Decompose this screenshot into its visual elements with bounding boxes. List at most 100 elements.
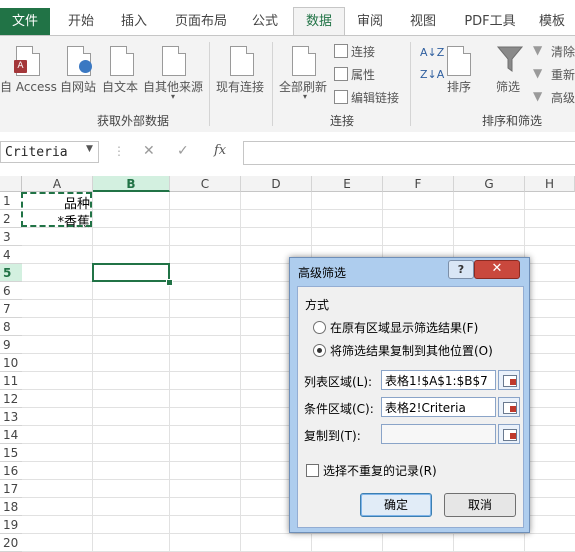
row-header-16[interactable]: 16 [0,462,22,480]
from-web-label: 自网站 [60,80,97,94]
criteria-range-label: 条件区域(C): [304,402,374,416]
copy-range-marquee [21,192,92,227]
row-header-7[interactable]: 7 [0,300,22,318]
name-box-chevron-icon[interactable]: ▼ [86,144,93,154]
row-header-4[interactable]: 4 [0,246,22,264]
option-copy-label[interactable]: 将筛选结果复制到其他位置(O) [330,342,493,359]
group-label-connections: 连接 [330,114,355,128]
column-header-a[interactable]: A [22,176,93,192]
filter-label: 筛选 [496,80,521,94]
row-header-8[interactable]: 8 [0,318,22,336]
edit-links-icon [334,90,348,104]
connections-label: 连接 [351,45,376,59]
fill-handle[interactable] [166,279,173,286]
active-cell-b5[interactable] [92,263,170,282]
dialog-body: 方式 在原有区域显示筛选结果(F) 将筛选结果复制到其他位置(O) 列表区域(L… [297,286,524,528]
radio-in-place[interactable] [313,321,326,334]
row-header-12[interactable]: 12 [0,390,22,408]
column-gridline [240,192,241,552]
tab-review[interactable]: 审阅 [350,8,390,36]
tab-formulas[interactable]: 公式 [243,8,287,36]
help-button[interactable]: ? [448,260,474,279]
from-access-label: 自 Access [0,80,57,94]
column-header-b[interactable]: B [93,176,170,192]
chevron-down-icon: ▾ [303,92,308,101]
criteria-range-input[interactable]: 表格2!Criteria [381,397,496,417]
ribbon-tab-bar: 文件 开始 插入 页面布局 公式 数据 审阅 视图 PDF工具 模板 [0,0,575,36]
row-header-14[interactable]: 14 [0,426,22,444]
column-gridline [169,192,170,552]
row-header-15[interactable]: 15 [0,444,22,462]
mode-section-label: 方式 [305,298,330,312]
row-header-1[interactable]: 1 [0,192,22,210]
reapply-filter-icon: ▼ [533,66,543,80]
column-header-h[interactable]: H [525,176,575,192]
row-header-9[interactable]: 9 [0,336,22,354]
column-header-f[interactable]: F [383,176,454,192]
sort-az-icon: A↓Z [420,46,445,59]
cancel-button[interactable]: 取消 [444,493,516,517]
from-text-label: 自文本 [102,80,139,94]
clear-filter-icon: ▼ [533,43,543,57]
row-header-3[interactable]: 3 [0,228,22,246]
existing-connections-label: 现有连接 [216,80,265,94]
unique-records-checkbox[interactable] [306,464,319,477]
refresh-icon [292,46,316,76]
tab-file[interactable]: 文件 [0,8,50,36]
ribbon-separator [272,42,273,126]
row-header-10[interactable]: 10 [0,354,22,372]
row-header-11[interactable]: 11 [0,372,22,390]
tab-insert[interactable]: 插入 [110,8,158,36]
ok-button[interactable]: 确定 [360,493,432,517]
tab-view[interactable]: 视图 [403,8,443,36]
column-header-g[interactable]: G [454,176,525,192]
tab-page-layout[interactable]: 页面布局 [166,8,236,36]
tab-pdf-tools[interactable]: PDF工具 [458,8,522,36]
other-sources-icon [162,46,186,76]
select-all-corner[interactable] [0,176,22,192]
row-gridline [22,245,575,246]
clear-filter-label: 清除 [551,45,575,59]
advanced-filter-label: 高级 [551,91,575,105]
formula-input[interactable] [243,141,575,165]
list-range-input[interactable]: 表格1!$A$1:$B$7 [381,370,496,390]
properties-label: 属性 [351,68,376,82]
criteria-range-collapse-icon[interactable] [498,397,520,417]
sort-za-icon: Z↓A [420,68,445,81]
unique-records-label[interactable]: 选择不重复的记录(R) [323,462,437,479]
cancel-icon[interactable]: ✕ [143,143,155,159]
row-header-5[interactable]: 5 [0,264,22,282]
row-header-13[interactable]: 13 [0,408,22,426]
enter-icon[interactable]: ✓ [177,143,189,159]
copy-to-label: 复制到(T): [304,429,361,443]
tab-home[interactable]: 开始 [57,8,105,36]
name-box[interactable]: Criteria [0,141,99,163]
insert-function-icon[interactable]: fx [214,143,226,158]
column-header-c[interactable]: C [170,176,241,192]
chevron-down-icon: ▾ [171,92,176,101]
row-header-20[interactable]: 20 [0,534,22,552]
row-gridline [22,227,575,228]
row-header-18[interactable]: 18 [0,498,22,516]
row-header-19[interactable]: 19 [0,516,22,534]
list-range-collapse-icon[interactable] [498,370,520,390]
copy-to-collapse-icon[interactable] [498,424,520,444]
option-in-place-label[interactable]: 在原有区域显示筛选结果(F) [330,319,478,336]
column-header-d[interactable]: D [241,176,312,192]
globe-icon [79,60,92,73]
row-gridline [22,209,575,210]
radio-copy[interactable] [313,344,326,357]
close-button[interactable]: ✕ [474,260,520,279]
copy-to-input[interactable] [381,424,496,444]
tab-template[interactable]: 模板 [532,8,572,36]
tab-data[interactable]: 数据 [293,7,345,36]
row-header-17[interactable]: 17 [0,480,22,498]
access-badge-icon: A [14,60,27,73]
group-label-get-external-data: 获取外部数据 [97,114,170,128]
advanced-filter-dialog: 高级筛选 ? ✕ 方式 在原有区域显示筛选结果(F) 将筛选结果复制到其他位置(… [289,257,530,533]
row-header-2[interactable]: 2 [0,210,22,228]
sort-icon [447,46,471,76]
column-header-e[interactable]: E [312,176,383,192]
row-header-6[interactable]: 6 [0,282,22,300]
ribbon-separator [209,42,210,126]
